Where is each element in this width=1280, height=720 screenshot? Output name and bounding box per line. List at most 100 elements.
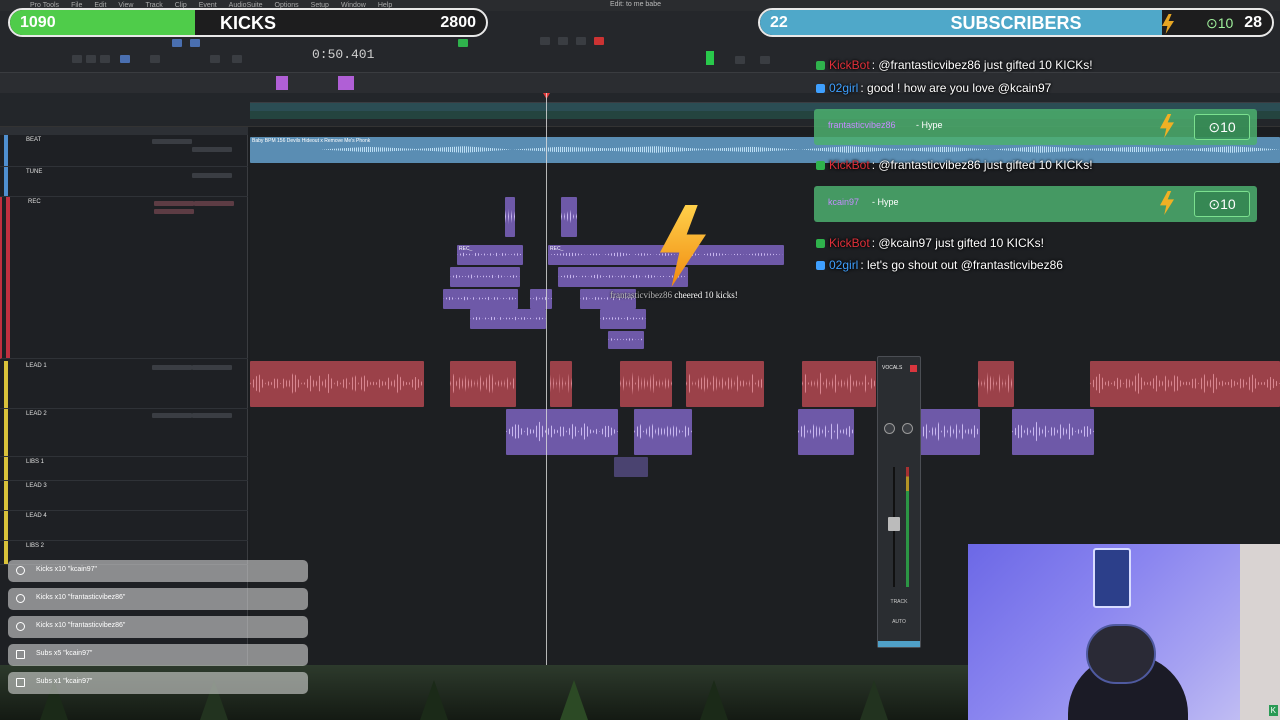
gift-icon — [16, 650, 25, 659]
insert-reverb[interactable] — [152, 413, 192, 418]
track-color-bar — [6, 197, 10, 358]
pan-knob[interactable] — [884, 423, 895, 434]
tree-shape — [420, 680, 448, 720]
insert-reverb[interactable] — [154, 201, 194, 206]
track-header[interactable]: LIBS 1 — [0, 457, 248, 481]
audio-clip-rec[interactable] — [443, 289, 518, 309]
track-name[interactable]: REC — [28, 199, 41, 205]
track-name[interactable]: BEAT — [26, 137, 41, 143]
tool-button[interactable] — [150, 55, 160, 63]
kick-icon — [16, 566, 25, 575]
zoom-button[interactable] — [760, 56, 770, 64]
event-item: Kicks x10 "kcain97" — [8, 560, 308, 582]
track-name[interactable]: LIBS 2 — [26, 543, 44, 549]
insert-reverb[interactable] — [152, 365, 192, 370]
audio-clip-lead1[interactable] — [450, 361, 516, 407]
audio-clip-lead1[interactable] — [978, 361, 1014, 407]
insert-delay[interactable] — [154, 209, 194, 214]
track-header[interactable]: LEAD 1 — [0, 361, 248, 409]
automation-label[interactable]: AUTO — [878, 619, 920, 625]
volume-fader[interactable] — [888, 517, 900, 531]
pan-knob[interactable] — [902, 423, 913, 434]
audio-clip-rec[interactable] — [600, 309, 646, 329]
track-name[interactable]: LIBS 1 — [26, 459, 44, 465]
track-header[interactable]: LEAD 4 — [0, 511, 248, 541]
waveform — [798, 421, 854, 442]
audio-clip-lead2[interactable] — [920, 409, 980, 455]
tool-button[interactable] — [210, 55, 220, 63]
tool-button[interactable] — [72, 55, 82, 63]
track-name[interactable]: LEAD 2 — [26, 411, 47, 417]
playhead-cursor[interactable] — [546, 93, 547, 665]
cheer-suffix: kicks! — [713, 290, 738, 300]
audio-clip-rec[interactable] — [505, 197, 515, 237]
edit-mode-button[interactable] — [172, 39, 182, 47]
track-header[interactable]: LEAD 2 — [0, 409, 248, 457]
track-name[interactable]: TUNE — [26, 169, 42, 175]
audio-clip-lead2[interactable] — [1012, 409, 1094, 455]
audio-clip-rec[interactable] — [450, 267, 520, 287]
track-color-bar — [4, 409, 8, 456]
audio-clip-lead2[interactable] — [634, 409, 692, 455]
clip-name: Baby BPM 156 Devils Hideout x Remove Me'… — [252, 138, 371, 144]
audio-clip-lead1[interactable] — [686, 361, 764, 407]
io-slot[interactable] — [192, 173, 232, 178]
track-name[interactable]: LEAD 1 — [26, 363, 47, 369]
audio-clip-lead1[interactable] — [802, 361, 876, 407]
cheer-alert-text: frantasticvibez86 cheered 10 kicks! — [610, 290, 738, 300]
chat-message: 02girl: let's go shout out @frantasticvi… — [816, 258, 1063, 272]
nudge-button[interactable] — [458, 39, 468, 47]
audio-clip-rec[interactable]: REC_ — [457, 245, 523, 265]
audio-clip-lead1[interactable] — [1090, 361, 1280, 407]
send-slot[interactable] — [152, 139, 192, 144]
track-name[interactable]: LEAD 3 — [26, 483, 47, 489]
audio-clip-lead1[interactable] — [620, 361, 672, 407]
track-label: TRACK — [890, 599, 908, 605]
waveform — [550, 371, 572, 396]
play-button[interactable] — [576, 37, 586, 45]
waveform — [457, 252, 523, 257]
audio-clip-rec[interactable] — [470, 309, 546, 329]
marker[interactable] — [276, 76, 288, 90]
io-slot[interactable] — [192, 413, 232, 418]
stop-button[interactable] — [558, 37, 568, 45]
tool-button[interactable] — [232, 55, 242, 63]
edit-mode-button[interactable] — [190, 39, 200, 47]
audio-clip-rec[interactable] — [608, 331, 644, 349]
audio-clip-lead2[interactable] — [506, 409, 618, 455]
track-header[interactable]: BEAT — [0, 135, 248, 167]
tree-shape — [860, 680, 888, 720]
io-slot[interactable] — [194, 201, 234, 206]
main-counter: 0:50.401 — [312, 47, 375, 62]
track-header[interactable]: REC — [0, 197, 248, 359]
waveform — [450, 274, 520, 279]
waveform — [620, 371, 672, 396]
record-button[interactable] — [594, 37, 604, 45]
tool-button[interactable] — [86, 55, 96, 63]
marker[interactable] — [338, 76, 354, 90]
mixer-channel-strip[interactable]: VOCALS TRACK AUTO — [877, 356, 921, 648]
waveform — [561, 208, 577, 225]
waveform — [1012, 421, 1094, 442]
io-slot[interactable] — [192, 365, 232, 370]
track-header[interactable]: LEAD 3 — [0, 481, 248, 511]
chat-text: : good ! how are you love @kcain97 — [860, 81, 1052, 95]
close-icon[interactable] — [910, 365, 917, 372]
track-header[interactable]: TUNE — [0, 167, 248, 197]
zoom-button[interactable] — [735, 56, 745, 64]
audio-clip-rec[interactable] — [558, 267, 688, 287]
audio-clip-lead2[interactable] — [798, 409, 854, 455]
audio-clip-rec[interactable] — [561, 197, 577, 237]
tool-button[interactable] — [100, 55, 110, 63]
kicks-target: 2800 — [440, 14, 476, 31]
tool-button[interactable] — [120, 55, 130, 63]
audio-clip-rec[interactable] — [530, 289, 552, 309]
waveform — [634, 421, 692, 442]
rewind-button[interactable] — [540, 37, 550, 45]
audio-clip-lead1[interactable] — [250, 361, 424, 407]
chat-message: KickBot: @kcain97 just gifted 10 KICKs! — [816, 236, 1044, 250]
audio-clip-lead1[interactable] — [550, 361, 572, 407]
io-slot[interactable] — [192, 147, 232, 152]
audio-clip-libs[interactable] — [614, 457, 648, 477]
track-name[interactable]: LEAD 4 — [26, 513, 47, 519]
